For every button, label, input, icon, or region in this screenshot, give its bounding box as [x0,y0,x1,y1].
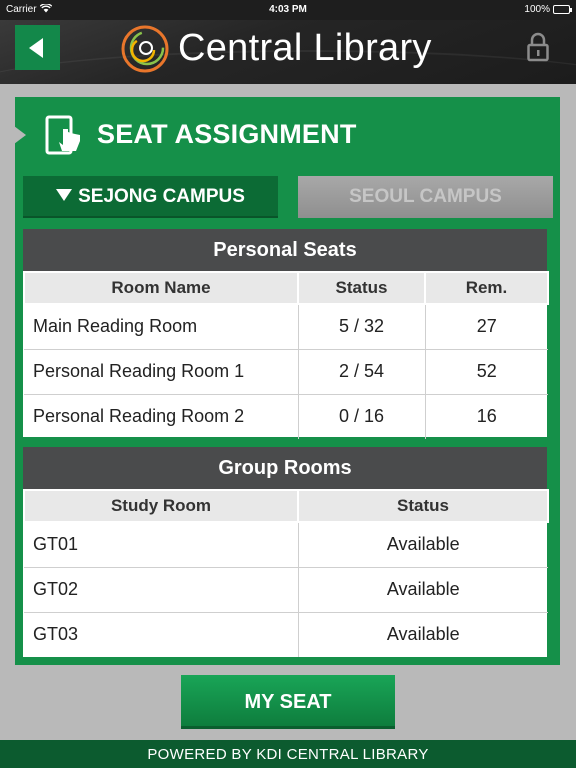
table-row[interactable]: Personal Reading Room 2 0 / 16 16 [24,394,548,439]
seats-remaining: 52 [425,349,548,395]
study-room-name: GT01 [24,522,299,568]
table-header-row: Room Name Status Rem. [23,271,549,305]
seat-status: 2 / 54 [298,349,426,395]
study-room-name: GT02 [24,567,299,613]
table-row[interactable]: Main Reading Room 5 / 32 27 [24,304,548,350]
back-button[interactable] [15,25,60,70]
personal-seats-table: Personal Seats Room Name Status Rem. Mai… [23,229,549,439]
group-rooms-title: Group Rooms [23,447,547,489]
group-rooms-table: Group Rooms Study Room Status GT01 Avail… [23,447,549,657]
table-row[interactable]: GT01 Available [24,522,548,568]
personal-seats-title: Personal Seats [23,229,547,271]
section-title: SEAT ASSIGNMENT [97,119,357,149]
tab-seoul-campus[interactable]: SEOUL CAMPUS [298,176,553,218]
battery-icon [553,5,572,14]
seats-remaining: 27 [425,304,548,350]
column-header: Status [297,271,426,305]
table-header-row: Study Room Status [23,489,549,523]
caret-down-icon [56,188,73,201]
column-header: Status [297,489,549,523]
seat-status: 5 / 32 [298,304,426,350]
seats-remaining: 16 [476,406,497,427]
room-status: Available [298,522,548,568]
seat-status: 0 / 16 [298,394,426,439]
room-status: Available [298,567,548,613]
study-room-name: GT03 [24,612,299,657]
my-seat-button[interactable]: MY SEAT [181,675,395,729]
room-name: Personal Reading Room 1 [24,349,299,395]
tab-label: SEJONG CAMPUS [78,186,245,207]
battery-percent: 100% [524,4,550,15]
room-status: Available [386,624,460,645]
library-logo [121,25,169,73]
column-header: Study Room [23,489,299,523]
table-row[interactable]: Personal Reading Room 1 2 / 54 52 [24,349,548,395]
app-header: Central Library [0,20,576,84]
tablet-touch-icon [45,115,80,155]
room-name: Personal Reading Room 2 [24,394,299,439]
column-header: Rem. [424,271,549,305]
footer-credit: POWERED BY KDI CENTRAL LIBRARY [0,740,576,768]
table-row[interactable]: GT03 Available [24,612,548,657]
lock-icon[interactable] [527,32,549,62]
status-bar: Carrier 4:03 PM 100% [0,0,576,20]
column-header: Room Name [23,271,299,305]
clock: 4:03 PM [269,4,307,15]
room-name: Main Reading Room [24,304,299,350]
back-arrow-icon [29,37,43,58]
tab-sejong-campus[interactable]: SEJONG CAMPUS [23,176,278,218]
seat-assignment-panel: SEAT ASSIGNMENT SEJONG CAMPUS SEOUL CAMP… [14,97,560,665]
app-title: Central Library [178,27,432,69]
table-row[interactable]: GT02 Available [24,567,548,613]
tab-label: SEOUL CAMPUS [349,186,502,207]
